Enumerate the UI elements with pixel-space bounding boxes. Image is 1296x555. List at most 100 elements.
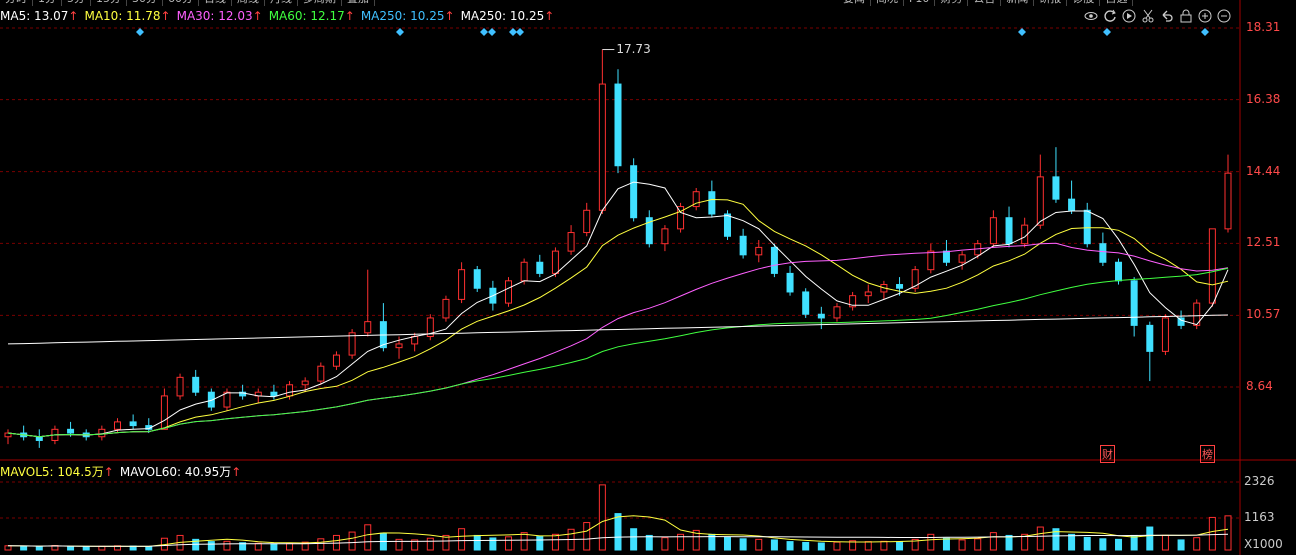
candle-body (614, 83, 622, 167)
candle-body (927, 250, 935, 271)
volume-bar (473, 534, 481, 551)
candle-body (723, 213, 731, 237)
price-axis-label: 18.31 (1246, 20, 1281, 34)
candle-body (35, 436, 43, 441)
candle-body (661, 228, 669, 245)
volume-bar (82, 546, 90, 551)
volume-bar (426, 537, 434, 551)
finance-marker[interactable]: 财 (1100, 445, 1115, 463)
event-diamond (136, 28, 144, 36)
ma250-line (7, 314, 1229, 345)
candle-body (129, 421, 137, 427)
volume-bar (645, 534, 653, 551)
volume-bar (223, 540, 231, 551)
candle-body (817, 313, 825, 319)
volume-bar (723, 536, 731, 551)
volume-bar (614, 513, 622, 551)
candle-body (505, 280, 513, 304)
volume-bar (739, 538, 747, 551)
volume-bar (802, 541, 810, 551)
ma60-line (7, 267, 1229, 438)
event-diamond (509, 28, 517, 36)
candle-body (332, 354, 340, 367)
volume-bar (989, 532, 997, 551)
event-diamond (1103, 28, 1111, 36)
volume-bar (520, 532, 528, 551)
volume-bar (833, 541, 841, 551)
volume-bar (661, 537, 669, 551)
candle-body (770, 246, 778, 274)
volume-bar (1208, 516, 1216, 551)
candle-body (1115, 261, 1123, 282)
candle-body (739, 235, 747, 256)
volume-bar (974, 538, 982, 551)
candle-body (630, 165, 638, 219)
candle-body (896, 284, 904, 289)
event-diamond (1018, 28, 1026, 36)
vol-legend-item: MAVOL5: 104.5万↑ (0, 465, 114, 479)
candle-body (192, 376, 200, 393)
volume-bar (1068, 533, 1076, 551)
volume-bar (880, 540, 888, 551)
volume-bar (1083, 536, 1091, 551)
candle-body (160, 395, 168, 430)
volume-bar (1193, 537, 1201, 551)
vol-legend-item: MAVOL60: 40.95万↑ (119, 465, 242, 479)
volume-bar (942, 537, 950, 551)
volume-bar (1099, 538, 1107, 551)
volume-bar (770, 539, 778, 551)
volume-bar (317, 538, 325, 551)
volume-legend: MAVOL5: 104.5万↑ MAVOL60: 40.95万↑ (0, 463, 247, 480)
candle-body (536, 261, 544, 274)
candle-body (176, 376, 184, 397)
candle-body (583, 209, 591, 234)
volume-bar (755, 538, 763, 551)
volume-bar (536, 536, 544, 551)
ma5-line (7, 181, 1229, 438)
candle-body (458, 269, 466, 300)
candle-body (989, 217, 997, 245)
candle-body (802, 291, 810, 315)
candle-body (755, 246, 763, 256)
volume-bar (1036, 526, 1044, 551)
volume-bar (583, 522, 591, 551)
volume-bar (207, 541, 215, 551)
candle-body (364, 321, 372, 334)
candle-body (286, 384, 294, 397)
candle-body (1146, 324, 1154, 352)
volume-bar (505, 536, 513, 551)
price-axis-label: 8.64 (1246, 379, 1273, 393)
volume-bar (598, 484, 606, 551)
candle-body (395, 343, 403, 349)
candle-body (473, 269, 481, 289)
candle-body (598, 83, 606, 211)
volume-bar (98, 545, 106, 551)
candle-body (1052, 176, 1060, 200)
candle-body (1083, 209, 1091, 245)
volume-bar (817, 542, 825, 551)
volume-bar (630, 528, 638, 551)
list-marker[interactable]: 榜 (1200, 445, 1215, 463)
price-axis-label: 14.44 (1246, 163, 1281, 178)
candle-body (958, 254, 966, 263)
price-axis-label: 10.57 (1246, 307, 1281, 322)
volume-bar (20, 545, 28, 551)
price-axis-label: 16.38 (1246, 91, 1281, 106)
candle-body (67, 428, 75, 434)
candle-body (1099, 243, 1107, 263)
volume-axis-label: 2326 (1244, 474, 1275, 488)
candle-body (1208, 228, 1216, 304)
candle-body (113, 421, 121, 430)
candle-body (317, 365, 325, 382)
volume-bar (348, 531, 356, 551)
volume-axis-label: 1163 (1244, 510, 1275, 524)
volume-bar (1130, 534, 1138, 551)
candle-body (942, 250, 950, 263)
candle-body (1068, 198, 1076, 211)
volume-bar (145, 546, 153, 551)
event-diamond (516, 28, 524, 36)
volume-bar (958, 539, 966, 551)
candle-body (270, 391, 278, 397)
volume-bar (458, 528, 466, 551)
volume-bar (786, 541, 794, 551)
